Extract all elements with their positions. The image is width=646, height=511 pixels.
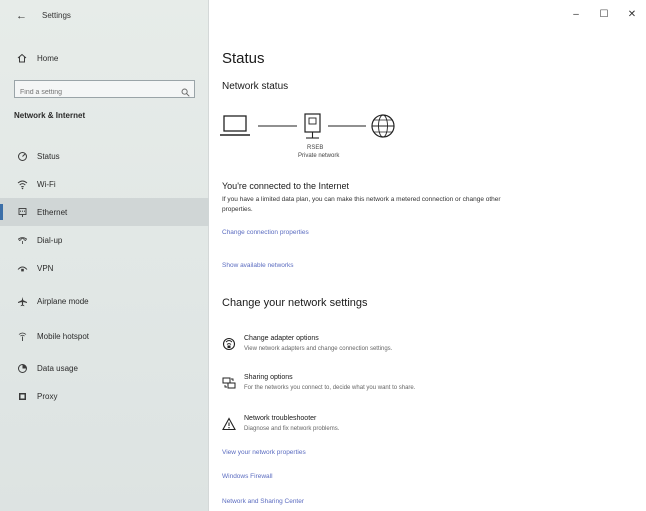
sharing-icon	[222, 376, 236, 390]
sidebar-item-label: Home	[37, 53, 59, 63]
globe-icon	[371, 114, 395, 138]
change-settings-heading: Change your network settings	[222, 297, 368, 309]
dialup-icon	[16, 234, 28, 246]
sharing-options[interactable]: Sharing options For the networks you con…	[222, 374, 522, 402]
sidebar-item-proxy[interactable]: Proxy	[0, 382, 209, 410]
sidebar-item-label: Dial-up	[37, 235, 63, 245]
sidebar-item-ethernet[interactable]: Ethernet	[0, 198, 209, 226]
title-bar: ← Settings	[0, 0, 209, 32]
network-type: Private network	[298, 153, 340, 159]
router-icon	[304, 113, 321, 139]
sidebar-item-home[interactable]: Home	[0, 44, 209, 72]
home-icon	[16, 52, 28, 64]
show-available-networks-link[interactable]: Show available networks	[222, 262, 294, 269]
change-adapter-options[interactable]: Change adapter options View network adap…	[222, 335, 522, 363]
main-content: – ☐ ✕ Status Network status RSEB Private…	[210, 0, 646, 511]
change-connection-properties-link[interactable]: Change connection properties	[222, 229, 309, 236]
sidebar-item-label: VPN	[37, 263, 54, 273]
view-network-properties-link[interactable]: View your network properties	[222, 449, 306, 456]
search-field[interactable]	[14, 80, 195, 101]
sidebar-item-label: Data usage	[37, 363, 78, 373]
option-title: Network troubleshooter	[244, 415, 317, 422]
sidebar-item-data-usage[interactable]: Data usage	[0, 354, 209, 382]
sidebar-item-dialup[interactable]: Dial-up	[0, 226, 209, 254]
wifi-icon	[16, 178, 28, 190]
option-title: Change adapter options	[244, 335, 319, 342]
option-description: Diagnose and fix network problems.	[244, 426, 340, 432]
proxy-icon	[16, 390, 28, 402]
warning-icon	[222, 417, 236, 431]
search-icon[interactable]	[181, 84, 190, 97]
ethernet-icon	[16, 206, 28, 218]
search-input[interactable]	[15, 84, 165, 101]
vpn-icon	[16, 262, 28, 274]
connection-status-description: If you have a limited data plan, you can…	[222, 196, 501, 213]
sidebar-item-airplane[interactable]: Airplane mode	[0, 287, 209, 315]
maximize-button[interactable]: ☐	[590, 0, 618, 28]
connection-status-title: You're connected to the Internet	[222, 181, 349, 191]
sidebar-item-label: Ethernet	[37, 207, 68, 217]
settings-sidebar: ← Settings Home Network & Internet Statu…	[0, 0, 209, 511]
sidebar-item-wifi[interactable]: Wi-Fi	[0, 170, 209, 198]
window-controls: – ☐ ✕	[562, 0, 646, 28]
status-icon	[16, 150, 28, 162]
data-usage-icon	[16, 362, 28, 374]
option-description: View network adapters and change connect…	[244, 346, 393, 352]
sidebar-item-label: Wi-Fi	[37, 179, 56, 189]
close-button[interactable]: ✕	[618, 0, 646, 28]
page-title: Status	[222, 50, 265, 67]
option-description: For the networks you connect to, decide …	[244, 385, 416, 391]
network-status-heading: Network status	[222, 81, 289, 92]
airplane-icon	[16, 295, 28, 307]
sidebar-item-label: Airplane mode	[37, 296, 89, 306]
network-name: RSEB	[307, 145, 324, 151]
sidebar-item-status[interactable]: Status	[0, 142, 209, 170]
laptop-icon	[220, 115, 250, 136]
back-arrow-icon[interactable]: ←	[16, 10, 27, 22]
minimize-button[interactable]: –	[562, 0, 590, 28]
sidebar-item-label: Proxy	[37, 391, 58, 401]
sidebar-item-label: Status	[37, 151, 60, 161]
network-sharing-center-link[interactable]: Network and Sharing Center	[222, 498, 304, 505]
hotspot-icon	[16, 330, 28, 342]
network-troubleshooter[interactable]: Network troubleshooter Diagnose and fix …	[222, 415, 522, 443]
sidebar-item-hotspot[interactable]: Mobile hotspot	[0, 322, 209, 350]
sidebar-section-heading: Network & Internet	[14, 111, 86, 120]
option-title: Sharing options	[244, 374, 293, 381]
sidebar-item-vpn[interactable]: VPN	[0, 254, 209, 282]
adapter-icon	[222, 337, 236, 351]
windows-firewall-link[interactable]: Windows Firewall	[222, 473, 273, 480]
app-title: Settings	[42, 11, 71, 20]
sidebar-item-label: Mobile hotspot	[37, 331, 90, 341]
